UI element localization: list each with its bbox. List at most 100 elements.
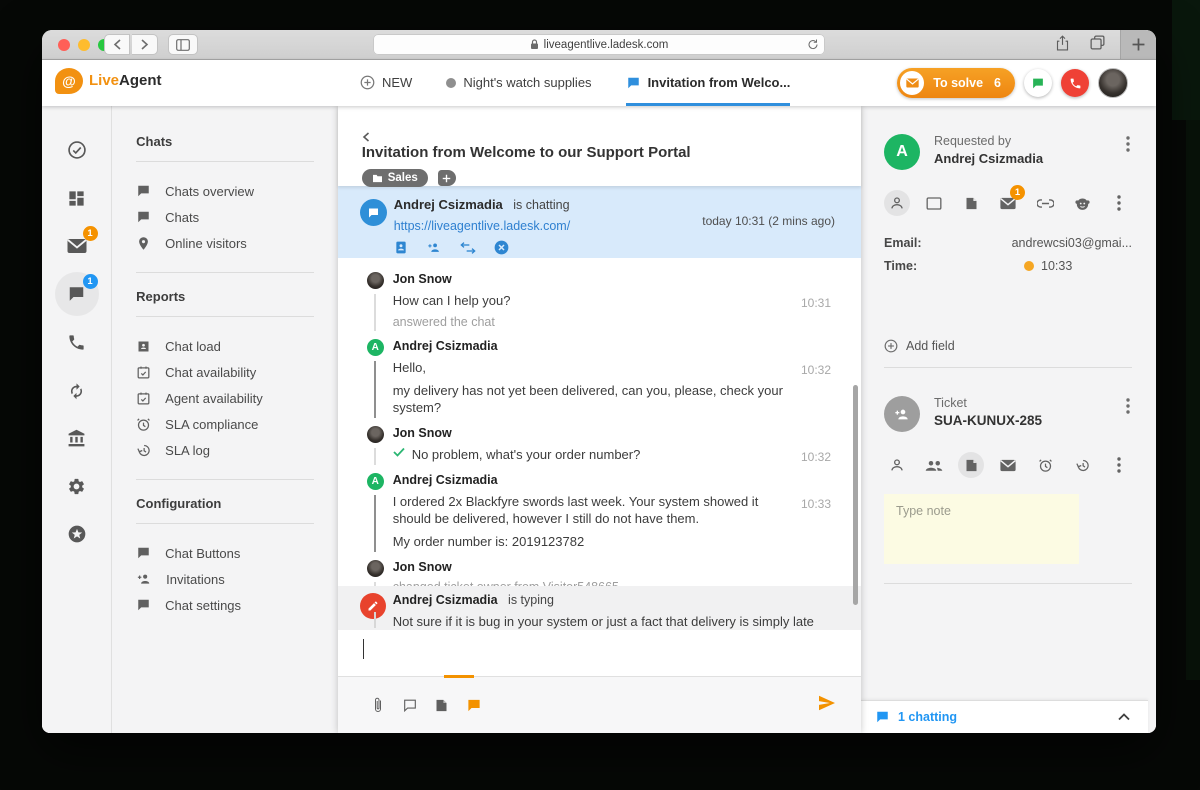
transfer-chat-button[interactable] (460, 242, 476, 254)
note-icon (964, 458, 979, 473)
menu-item-agent-availability[interactable]: Agent availability (136, 385, 314, 411)
company-card-button[interactable] (921, 190, 947, 216)
person-icon (889, 457, 905, 473)
chatting-banner: Andrej Csizmadia is chatting https://liv… (338, 186, 861, 258)
menu-item-sla-log[interactable]: SLA log (136, 437, 314, 463)
start-chat-button[interactable] (1024, 69, 1052, 97)
stop-chat-button[interactable] (494, 240, 509, 255)
tab-nights-watch-supplies[interactable]: Night's watch supplies (446, 60, 591, 106)
star-circle-icon (67, 524, 87, 544)
share-icon (1055, 34, 1070, 52)
customer-avatar: A (367, 473, 384, 490)
emails-button[interactable]: 1 (995, 190, 1021, 216)
reload-icon (807, 38, 819, 51)
chat-scrollbar[interactable] (853, 385, 858, 605)
ticket-sla-button[interactable] (1032, 452, 1058, 478)
chat-icon (875, 710, 890, 724)
chat-reply-mode-button[interactable] (464, 695, 484, 715)
chatting-footer[interactable]: 1 chatting (861, 700, 1148, 733)
rail-item-upgrade[interactable] (65, 522, 89, 546)
contact-details-button[interactable] (884, 190, 910, 216)
menu-item-chat-buttons[interactable]: Chat Buttons (136, 540, 314, 566)
rail-item-customers[interactable] (65, 426, 89, 450)
browser-sidebar-toggle[interactable] (168, 34, 198, 55)
chevron-right-icon (140, 39, 149, 50)
envelope-icon (67, 238, 87, 254)
message-text: I ordered 2x Blackfyre swords last week.… (393, 493, 791, 527)
rail-item-settings[interactable] (65, 474, 89, 498)
menu-item-chat-load[interactable]: Chat load (136, 333, 314, 359)
chatting-count-label: 1 chatting (898, 710, 957, 724)
back-button[interactable] (362, 132, 837, 142)
browser-back-button[interactable] (104, 34, 130, 55)
add-tag-button[interactable] (438, 170, 456, 186)
menu-item-chats-overview[interactable]: Chats overview (136, 178, 314, 204)
ticket-history-button[interactable] (1069, 452, 1095, 478)
mailchimp-icon[interactable] (1069, 190, 1095, 216)
liveagent-logo-icon: @ (55, 68, 83, 94)
message-text: my delivery has not yet been delivered, … (393, 382, 791, 416)
kebab-menu-button[interactable] (1126, 136, 1130, 152)
chat-message-list[interactable]: Jon Snow How can I help you? answered th… (338, 258, 861, 586)
rail-item-calls[interactable] (65, 330, 89, 354)
department-tag[interactable]: Sales (362, 169, 428, 187)
rail-item-mail[interactable]: 1 (65, 234, 89, 258)
close-window-button[interactable] (58, 39, 70, 51)
reply-input[interactable] (338, 630, 861, 676)
email-label: Email: (884, 236, 962, 250)
contact-card-button[interactable] (394, 240, 408, 255)
chat-outline-icon (402, 698, 418, 713)
liveagent-logo[interactable]: @ LiveAgent (55, 68, 162, 94)
add-field-button[interactable]: Add field (884, 339, 1132, 353)
logo-text-live: Live (89, 72, 119, 89)
menu-item-label: SLA log (165, 443, 210, 458)
menu-item-label: Chat settings (165, 598, 241, 613)
ticket-contact-button[interactable] (884, 452, 910, 478)
comment-mode-button[interactable] (400, 695, 420, 715)
rail-item-tickets-solved[interactable] (65, 138, 89, 162)
menu-item-chats[interactable]: Chats (136, 204, 314, 230)
to-solve-label: To solve (933, 76, 983, 90)
attach-file-button[interactable] (368, 695, 388, 715)
collapse-chevron-icon[interactable] (1118, 713, 1130, 721)
logo-text-agent: Agent (119, 72, 162, 89)
to-solve-button[interactable]: To solve 6 (897, 68, 1015, 98)
tab-invitation-active[interactable]: Invitation from Welco... (626, 60, 791, 106)
message-author: Andrej Csizmadia (393, 339, 791, 353)
chevron-left-icon (362, 132, 370, 142)
reload-button[interactable] (807, 38, 819, 51)
menu-item-invitations[interactable]: Invitations (136, 566, 314, 592)
minimize-window-button[interactable] (78, 39, 90, 51)
ticket-header: Invitation from Welcome to our Support P… (338, 106, 861, 186)
new-tab-button[interactable] (1120, 30, 1156, 59)
related-links-button[interactable] (1032, 190, 1058, 216)
ticket-participants-button[interactable] (921, 452, 947, 478)
kebab-icon (1126, 398, 1130, 414)
rail-item-dashboard[interactable] (65, 186, 89, 210)
ticket-note-input[interactable] (884, 494, 1079, 564)
menu-item-chat-availability[interactable]: Chat availability (136, 359, 314, 385)
rail-item-chats[interactable]: 1 (65, 282, 89, 306)
note-mode-button[interactable] (432, 695, 452, 715)
ticket-details-panel: A Requested by Andrej Csizmadia 1 (861, 106, 1156, 733)
share-button[interactable] (1055, 34, 1070, 52)
more-actions-button[interactable] (1106, 190, 1132, 216)
agent-avatar[interactable] (1098, 68, 1128, 98)
url-bar[interactable]: liveagentlive.ladesk.com (373, 34, 825, 55)
menu-item-sla-compliance[interactable]: SLA compliance (136, 411, 314, 437)
tab-new[interactable]: NEW (360, 60, 412, 106)
show-tabs-button[interactable] (1089, 34, 1106, 51)
phone-icon (67, 333, 86, 352)
ticket-notes-button[interactable] (958, 452, 984, 478)
tickets-button[interactable] (958, 190, 984, 216)
browser-forward-button[interactable] (132, 34, 158, 55)
menu-item-chat-settings[interactable]: Chat settings (136, 592, 314, 618)
kebab-menu-button[interactable] (1126, 398, 1130, 414)
menu-item-online-visitors[interactable]: Online visitors (136, 230, 314, 256)
ticket-emails-button[interactable] (995, 452, 1021, 478)
send-button[interactable] (818, 695, 836, 711)
rail-item-automation[interactable] (65, 378, 89, 402)
invite-agent-button[interactable] (426, 241, 442, 254)
phone-button[interactable] (1061, 69, 1089, 97)
more-actions-button[interactable] (1106, 452, 1132, 478)
